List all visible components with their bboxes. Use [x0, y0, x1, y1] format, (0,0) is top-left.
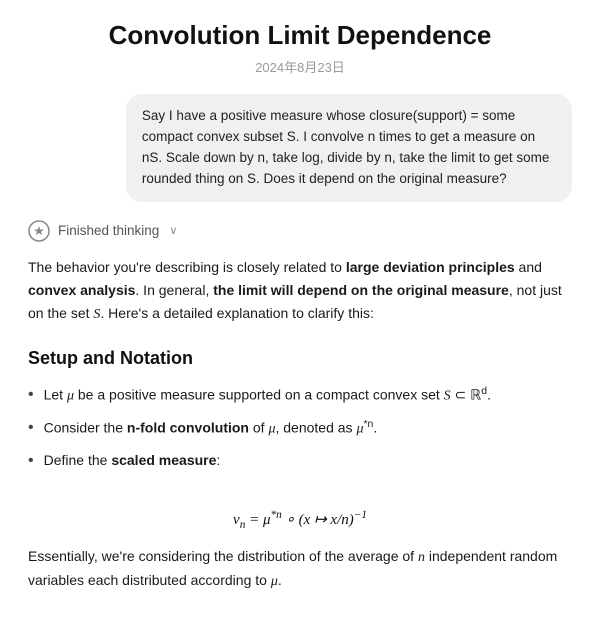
formula-text: νn = μ*n ∘ (x ↦ x/n)−1: [233, 509, 367, 531]
list-item: Let μ be a positive measure supported on…: [28, 383, 572, 408]
list-item: Define the scaled measure:: [28, 449, 572, 473]
bold-limit-depends: the limit will depend on the original me…: [213, 282, 509, 298]
list-item: Consider the n-fold convolution of μ, de…: [28, 416, 572, 441]
date-line: 2024年8月23日: [28, 57, 572, 76]
response-mid: . In general,: [135, 282, 213, 298]
formula-block: νn = μ*n ∘ (x ↦ x/n)−1: [28, 509, 572, 531]
thinking-label: Finished thinking: [58, 223, 159, 238]
bold-large-deviation: large deviation principles: [346, 259, 515, 275]
chevron-down-icon[interactable]: ∨: [169, 224, 177, 237]
bottom-text: Essentially, we're considering the distr…: [28, 545, 572, 593]
page-title: Convolution Limit Dependence: [28, 20, 572, 51]
section-heading: Setup and Notation: [28, 348, 572, 369]
response-and: and: [515, 259, 542, 275]
page-container: Convolution Limit Dependence 2024年8月23日 …: [0, 0, 600, 617]
response-text-before-bold1: The behavior you're describing is closel…: [28, 259, 346, 275]
response-tail: . Here's a detailed explanation to clari…: [100, 305, 374, 321]
bold-convex-analysis: convex analysis: [28, 282, 135, 298]
user-bubble: Say I have a positive measure whose clos…: [126, 94, 572, 202]
thinking-row: Finished thinking ∨: [28, 220, 572, 242]
response-intro-paragraph: The behavior you're describing is closel…: [28, 256, 572, 326]
ai-response-area: Finished thinking ∨ The behavior you're …: [28, 220, 572, 593]
bullet-list: Let μ be a positive measure supported on…: [28, 383, 572, 481]
user-message-wrapper: Say I have a positive measure whose clos…: [28, 94, 572, 202]
ai-avatar-icon: [28, 220, 50, 242]
